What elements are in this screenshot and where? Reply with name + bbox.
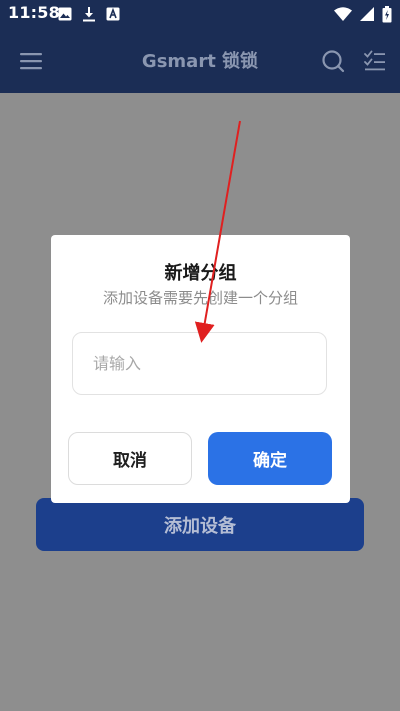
wifi-icon bbox=[334, 7, 352, 21]
download-icon bbox=[83, 7, 95, 22]
font-icon bbox=[106, 7, 120, 21]
signal-icon bbox=[360, 7, 374, 21]
app-header: Gsmart 锁锁 bbox=[0, 28, 400, 93]
new-group-dialog: 新增分组 添加设备需要先创建一个分组 取消 确定 bbox=[51, 235, 350, 503]
search-icon bbox=[322, 50, 345, 73]
image-icon bbox=[58, 7, 72, 21]
checklist-icon bbox=[364, 50, 385, 71]
status-time: 11:58 bbox=[8, 3, 60, 22]
confirm-button[interactable]: 确定 bbox=[208, 432, 332, 485]
battery-icon bbox=[382, 5, 392, 22]
dialog-subtitle: 添加设备需要先创建一个分组 bbox=[102, 289, 298, 307]
dialog-title: 新增分组 bbox=[164, 263, 237, 284]
status-bar: 11:58 bbox=[0, 0, 400, 28]
status-notification-icons bbox=[58, 5, 120, 23]
status-system-icons bbox=[334, 5, 392, 23]
group-name-input[interactable] bbox=[72, 332, 327, 395]
add-device-button[interactable]: 添加设备 bbox=[36, 498, 364, 551]
cancel-button[interactable]: 取消 bbox=[68, 432, 192, 485]
search-button[interactable] bbox=[319, 47, 347, 75]
checklist-button[interactable] bbox=[361, 47, 389, 75]
